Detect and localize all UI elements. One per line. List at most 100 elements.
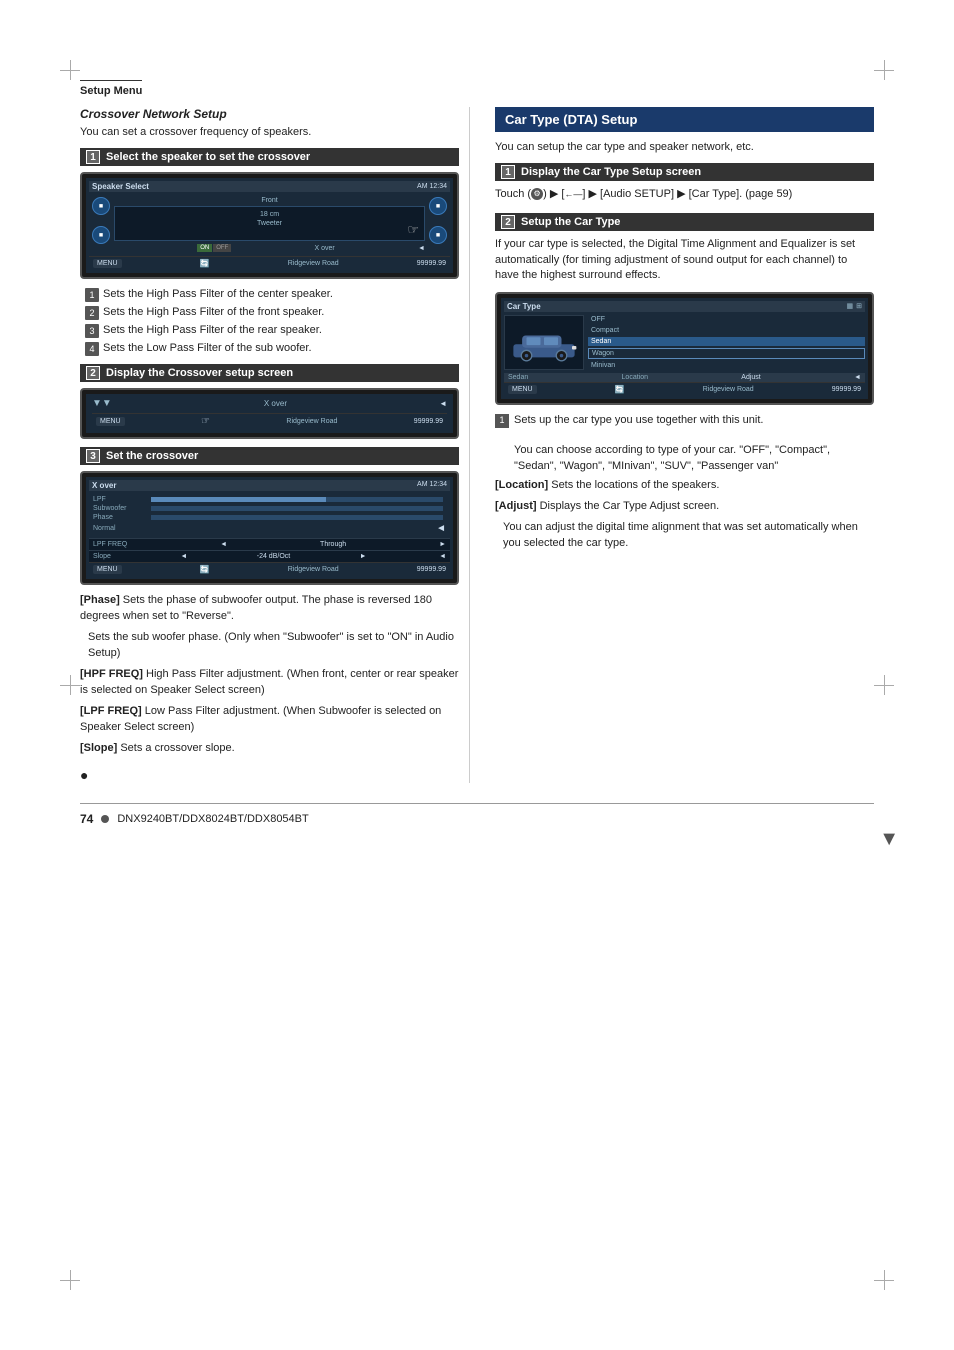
car-item-text-1-extra: You can choose according to type of your… (514, 444, 830, 471)
price-label-2: 99999.99 (414, 418, 443, 425)
menu-btn-3[interactable]: MENU (93, 565, 122, 574)
menu-button[interactable]: MENU (93, 259, 122, 268)
touch-icon: ⚙ (531, 188, 543, 200)
two-column-layout: Crossover Network Setup You can set a cr… (80, 107, 874, 783)
slope-nav: ◄ (439, 553, 446, 560)
tweeter-label: Tweeter (123, 220, 416, 227)
option-compact[interactable]: Compact (588, 326, 865, 335)
center-diagram: Front 18 cm Tweeter ☞ ON (114, 197, 425, 253)
speaker-screen-bottom: MENU 🔄 Ridgeview Road 99999.99 (89, 256, 450, 270)
price-label-3: 99999.99 (417, 566, 446, 573)
speaker-screen-time: AM 12:34 (417, 183, 447, 190)
step3-header: 3 Set the crossover (80, 447, 459, 465)
road-label-car: Ridgeview Road (703, 386, 754, 393)
option-off[interactable]: OFF (588, 315, 865, 324)
arrows-label: ▼▼ (92, 398, 112, 409)
menu-btn-2[interactable]: MENU (96, 417, 125, 426)
lpf-label: LPF (93, 496, 148, 503)
adjust-extra: You can adjust the digital time alignmen… (503, 520, 874, 552)
speaker-select-screen: Speaker Select AM 12:34 ■ ■ Front 18 cm (80, 172, 459, 279)
price-label: 99999.99 (417, 260, 446, 267)
step2-header: 2 Display the Crossover setup screen (80, 364, 459, 382)
option-sedan[interactable]: Sedan (588, 337, 865, 346)
phase-desc: [Phase] Sets the phase of subwoofer outp… (80, 593, 459, 625)
xover-display-row: ▼▼ X over ◄ (92, 398, 447, 409)
adjust-desc: [Adjust] Displays the Car Type Adjust sc… (495, 499, 874, 515)
crossover-section-title: Crossover Network Setup (80, 107, 459, 121)
right-step2-number: 2 (501, 215, 515, 229)
speaker-icon-2: ■ (92, 226, 110, 244)
on-off-buttons: ON OFF (197, 244, 231, 252)
left-arrow-slope[interactable]: ◄ (180, 553, 187, 560)
xover-setup-inner: X over AM 12:34 LPF Subwoofer (86, 477, 453, 579)
step1-item-3: 3 Sets the High Pass Filter of the rear … (85, 323, 459, 338)
car-item-text-1-main: Sets up the car type you use together wi… (514, 414, 763, 426)
road-label-2: Ridgeview Road (286, 418, 337, 425)
left-arrow-lpf[interactable]: ◄ (220, 541, 227, 548)
item-badge-4: 4 (85, 342, 99, 356)
adjust-label[interactable]: Adjust (741, 374, 760, 381)
hpf-desc: [HPF FREQ] High Pass Filter adjustment. … (80, 667, 459, 699)
step1-items: 1 Sets the High Pass Filter of the cente… (85, 287, 459, 356)
car-image (509, 322, 579, 362)
phase-extra: Sets the sub woofer phase. (Only when "S… (88, 630, 459, 662)
phase-label: Phase (93, 514, 148, 521)
item-text-1: Sets the High Pass Filter of the center … (103, 287, 333, 302)
step1-item-1: 1 Sets the High Pass Filter of the cente… (85, 287, 459, 302)
nav-arrow-2: ▶ (589, 188, 601, 200)
nav-bracket-1: ←— (564, 189, 582, 199)
off-button[interactable]: OFF (213, 244, 231, 252)
car-item-text-1: Sets up the car type you use together wi… (514, 413, 874, 475)
item-badge-1: 1 (85, 288, 99, 302)
page-number: 74 (80, 812, 93, 826)
right-speakers: ■ ■ (429, 197, 447, 253)
road-label: Ridgeview Road (288, 260, 339, 267)
right-step2-header: 2 Setup the Car Type (495, 213, 874, 231)
car-type-screen-title: Car Type (507, 302, 541, 311)
normal-row: Normal ◄ (93, 523, 446, 534)
location-label[interactable]: Location (622, 374, 648, 381)
right-arrow-slope[interactable]: ► (360, 553, 367, 560)
xover-nav-arrow: ◄ (439, 399, 447, 408)
xover-display-bottom: MENU ☞ Ridgeview Road 99999.99 (92, 413, 447, 429)
phase-row: Phase (93, 514, 446, 521)
xover-on-off-row: ON OFF X over ◄ (114, 243, 425, 253)
lpf-freq-row: LPF FREQ ◄ Through ► (89, 538, 450, 550)
normal-label: Normal (93, 525, 148, 532)
subwoofer-row: Subwoofer (93, 505, 446, 512)
lpf-freq-value: Through (320, 541, 346, 548)
menu-btn-car[interactable]: MENU (508, 385, 537, 394)
xover-display-inner: ▼▼ X over ◄ MENU ☞ Ridgeview Road 99999.… (86, 394, 453, 433)
option-wagon[interactable]: Wagon (588, 348, 865, 359)
setup-menu-label: Setup Menu (80, 80, 142, 97)
left-speakers: ■ ■ (92, 197, 110, 253)
speaker-icon-4: ■ (429, 226, 447, 244)
hand-cursor-icon: ☞ (407, 222, 419, 238)
crosshair-bottom-left (60, 1270, 80, 1290)
left-column: Crossover Network Setup You can set a cr… (80, 107, 470, 783)
speaker-icon-1: ■ (92, 197, 110, 215)
step2-number: 2 (86, 366, 100, 380)
car-type-screen: Car Type ▦ ⊞ (495, 292, 874, 405)
subwoofer-label: Subwoofer (93, 505, 148, 512)
car-type-step1-instruction: Touch (⚙) ▶ [←—] ▶ [Audio SETUP] ▶ [Car … (495, 187, 874, 203)
speaker-screen-titlebar: Speaker Select AM 12:34 (89, 181, 450, 192)
right-arrow-lpf[interactable]: ► (439, 541, 446, 548)
sub-bar (151, 506, 443, 511)
xover-screen-time: AM 12:34 (417, 481, 447, 490)
distance-label: 18 cm (123, 211, 416, 218)
xover-arrow: ◄ (418, 245, 425, 252)
left-arrow[interactable]: ◄ (436, 523, 446, 534)
xover-screen-title: X over (92, 481, 116, 490)
car-nav-icon: 🔄 (615, 385, 625, 394)
option-minivan[interactable]: Minivan (588, 361, 865, 370)
car-type-screen-inner: Car Type ▦ ⊞ (501, 298, 868, 399)
lpf-fill (151, 497, 326, 502)
step1-title: Select the speaker to set the crossover (106, 151, 310, 163)
page-footer: 74 DNX9240BT/DDX8024BT/DDX8054BT (80, 803, 874, 826)
car-type-item-1: 1 Sets up the car type you use together … (495, 413, 874, 475)
step1-item-4: 4 Sets the Low Pass Filter of the sub wo… (85, 341, 459, 356)
step1-header: 1 Select the speaker to set the crossove… (80, 148, 459, 166)
speaker-diagram: ■ ■ Front 18 cm Tweeter ☞ (89, 194, 450, 256)
on-button[interactable]: ON (197, 244, 212, 252)
